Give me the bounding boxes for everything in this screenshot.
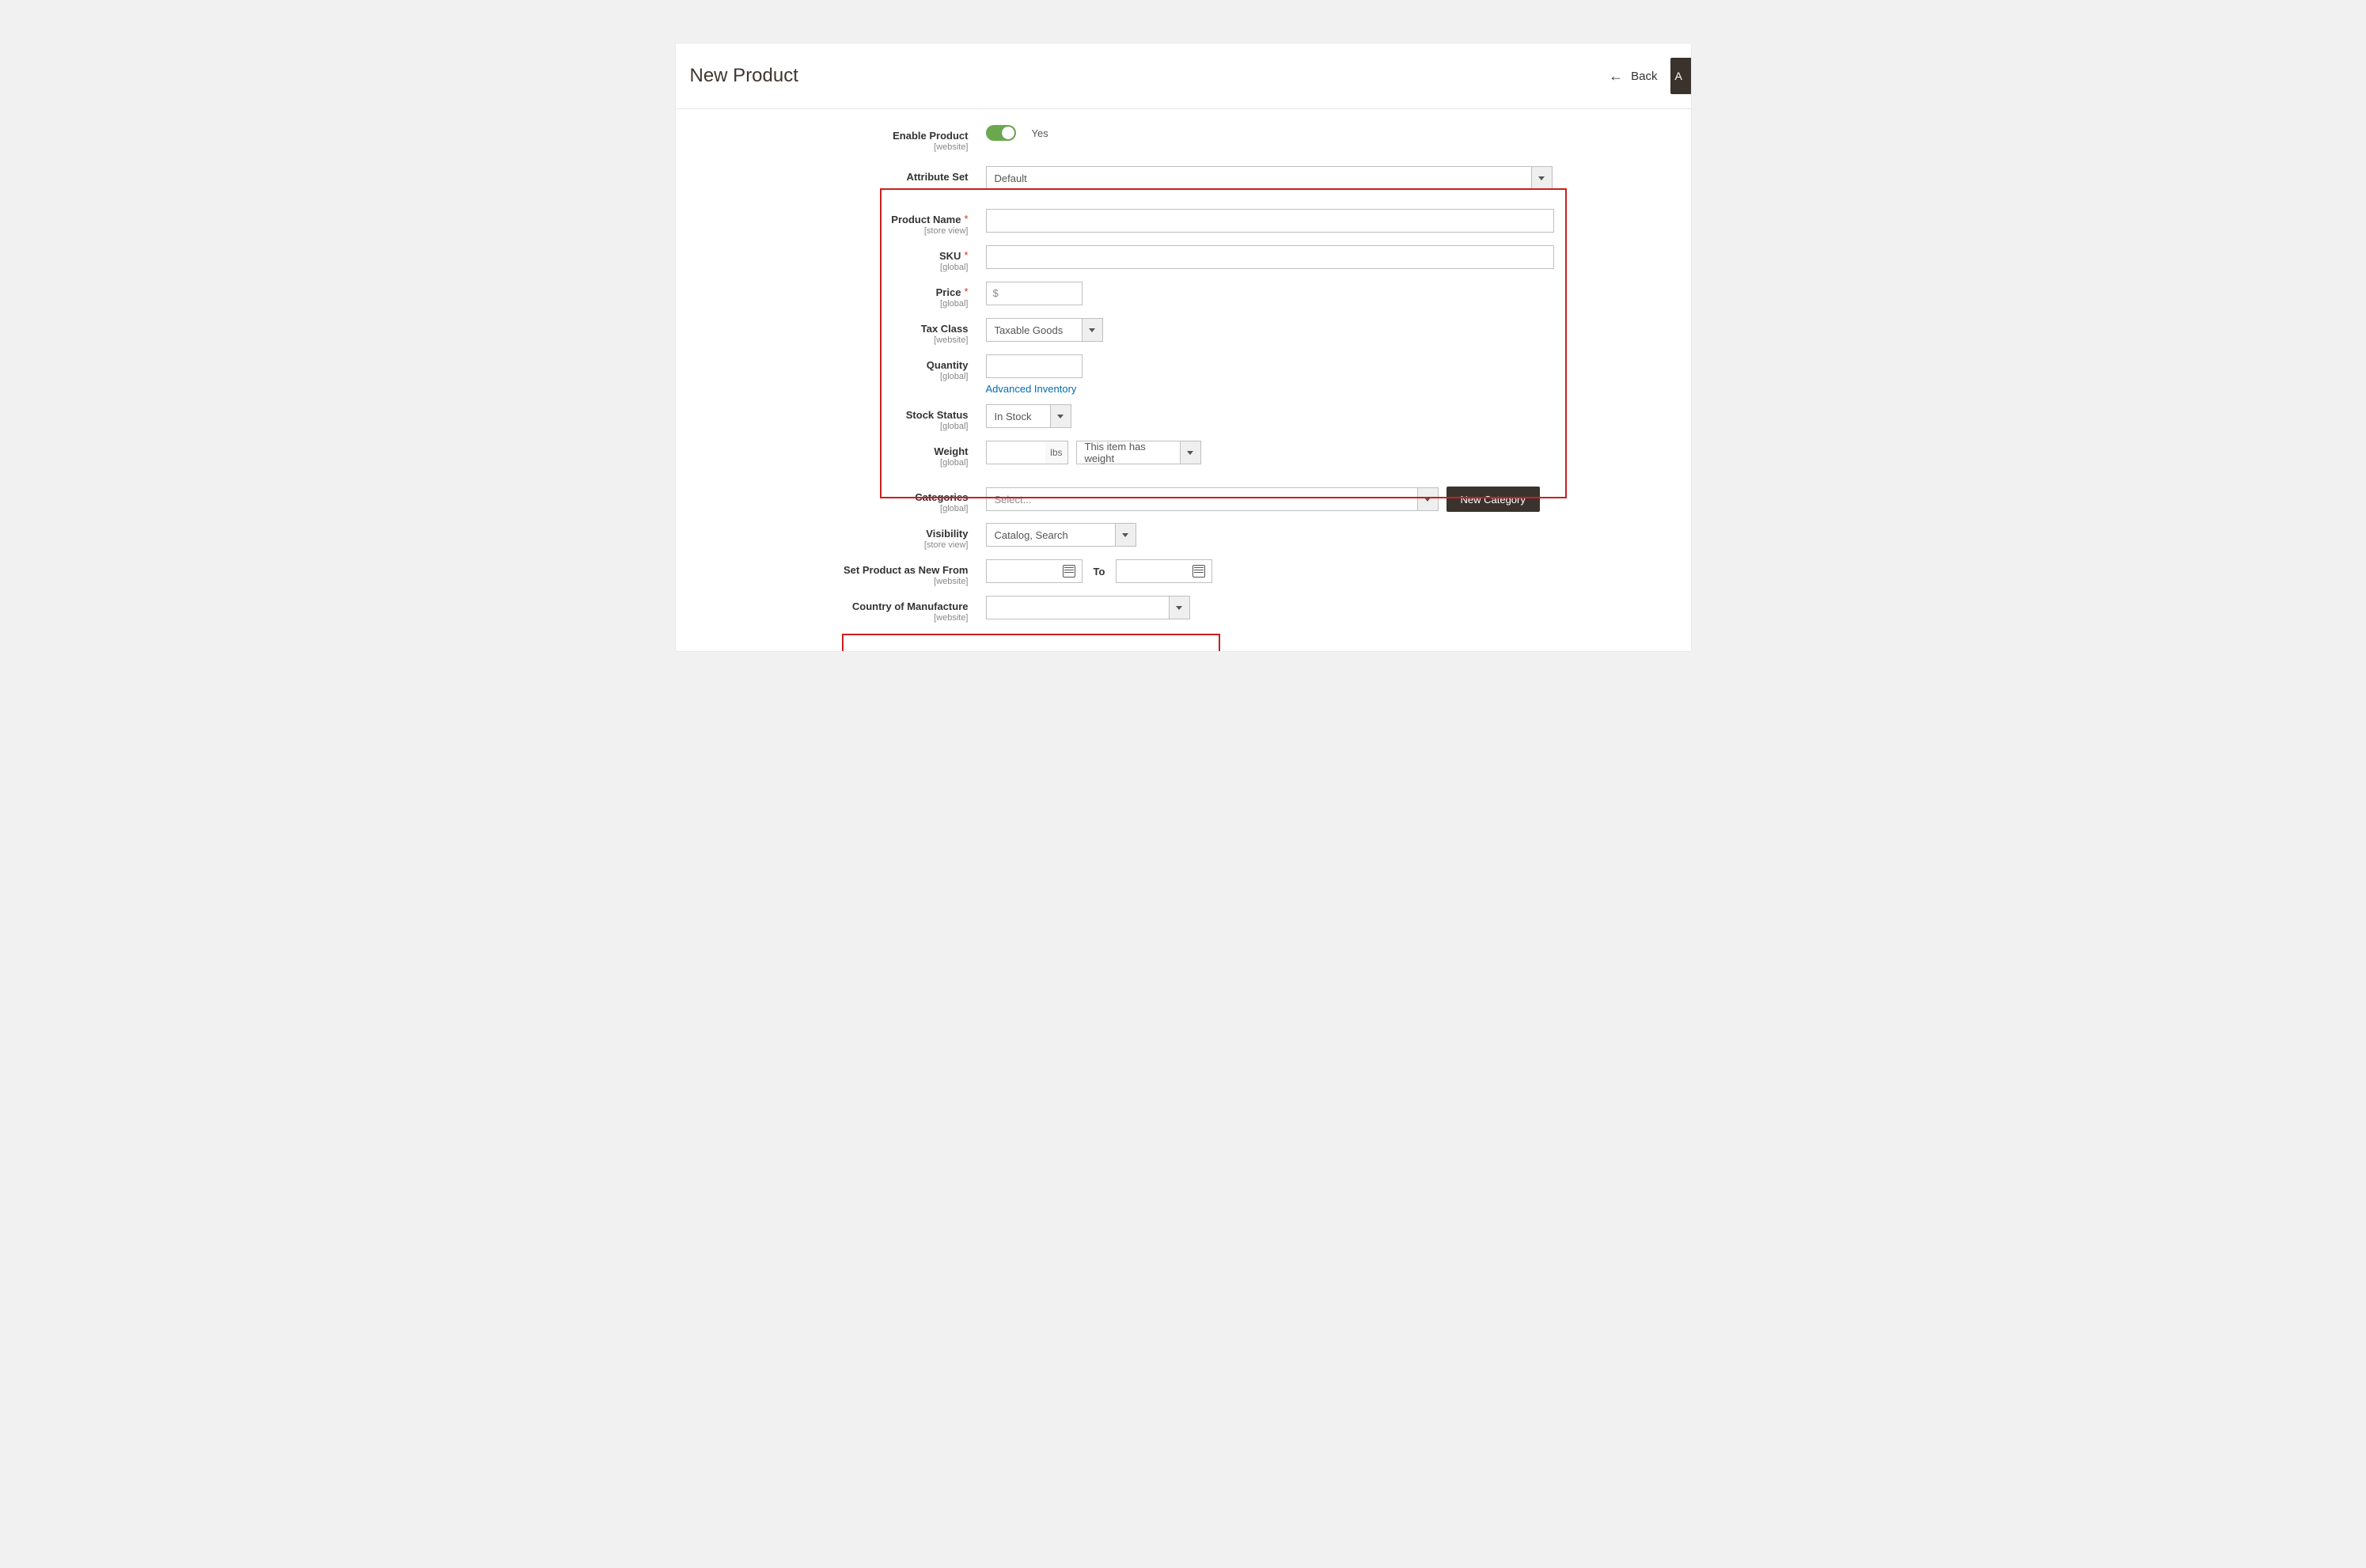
visibility-scope: [store view] [692,540,969,550]
categories-scope: [global] [692,504,969,513]
new-category-button[interactable]: New Category [1447,487,1540,512]
categories-placeholder: Select... [986,487,1418,511]
row-quantity: Quantity [global] Advanced Inventory [692,350,1675,400]
chevron-down-icon [1116,523,1136,547]
row-product-name: Product Name* [store view] [692,204,1675,241]
weight-label: Weight [934,445,968,457]
row-visibility: Visibility [store view] Catalog, Search [692,518,1675,555]
set-new-from-scope: [website] [692,577,969,586]
set-new-from-label: Set Product as New From [844,564,968,576]
to-label: To [1090,566,1109,578]
row-categories: Categories [global] Select... New Catego… [692,482,1675,518]
tax-class-scope: [website] [692,335,969,345]
row-stock-status: Stock Status [global] In Stock [692,400,1675,436]
country-select[interactable] [986,596,1190,619]
chevron-down-icon [1083,318,1103,342]
product-name-scope: [store view] [692,226,969,236]
visibility-value: Catalog, Search [986,523,1116,547]
chevron-down-icon [1170,596,1190,619]
row-country: Country of Manufacture [website] [692,591,1675,627]
new-to-date-input[interactable] [1116,559,1212,583]
enable-product-value: Yes [1032,127,1048,139]
quantity-input[interactable] [986,354,1083,378]
save-button-edge[interactable]: A [1670,58,1691,94]
calendar-icon [1063,565,1075,578]
enable-product-scope: [website] [692,142,969,152]
attribute-set-value: Default [986,166,1532,190]
row-tax-class: Tax Class [website] Taxable Goods [692,313,1675,350]
panel-header: New Product ← Back A [676,44,1691,109]
attribute-set-label: Attribute Set [907,171,969,183]
tax-class-value: Taxable Goods [986,318,1083,342]
form-body: Enable Product [website] Yes Attribute S… [676,109,1691,651]
weight-input[interactable]: lbs [986,441,1068,464]
weight-scope: [global] [692,458,969,468]
tax-class-label: Tax Class [921,323,969,335]
arrow-left-icon: ← [1609,69,1623,83]
product-name-input[interactable] [986,209,1554,233]
country-label: Country of Manufacture [852,600,969,612]
chevron-down-icon [1532,166,1553,190]
price-scope: [global] [692,299,969,309]
row-sku: SKU* [global] [692,241,1675,277]
chevron-down-icon [1418,487,1439,511]
stock-status-label: Stock Status [906,409,969,421]
quantity-label: Quantity [927,359,969,371]
row-attribute-set: Attribute Set Default [692,161,1675,195]
visibility-label: Visibility [926,528,968,540]
advanced-inventory-link[interactable]: Advanced Inventory [986,383,1077,395]
chevron-down-icon [1181,441,1201,464]
back-label: Back [1631,70,1657,83]
sku-input[interactable] [986,245,1554,269]
new-from-date-input[interactable] [986,559,1083,583]
chevron-down-icon [1051,404,1071,428]
weight-unit: lbs [1045,441,1067,464]
stock-status-scope: [global] [692,422,969,431]
enable-product-label: Enable Product [893,130,968,142]
visibility-select[interactable]: Catalog, Search [986,523,1136,547]
tax-class-select[interactable]: Taxable Goods [986,318,1103,342]
calendar-icon [1192,565,1205,578]
row-price: Price* [global] $ [692,277,1675,313]
back-button[interactable]: ← Back [1609,69,1657,83]
enable-product-toggle[interactable] [986,125,1016,141]
sku-scope: [global] [692,263,969,272]
categories-select[interactable]: Select... [986,487,1439,511]
stock-status-value: In Stock [986,404,1051,428]
product-name-label: Product Name [891,214,961,225]
price-label: Price [936,286,961,298]
highlight-box-country [842,634,1220,651]
quantity-scope: [global] [692,372,969,381]
stock-status-select[interactable]: In Stock [986,404,1071,428]
country-scope: [website] [692,613,969,623]
country-value [986,596,1170,619]
attribute-set-select[interactable]: Default [986,166,1553,190]
row-enable-product: Enable Product [website] Yes [692,120,1675,157]
weight-type-select[interactable]: This item has weight [1076,441,1201,464]
weight-type-value: This item has weight [1076,441,1181,464]
price-currency: $ [993,282,999,305]
row-set-new-from: Set Product as New From [website] To [692,555,1675,591]
new-product-panel: New Product ← Back A Enable Product [web… [676,44,1691,651]
row-weight: Weight [global] lbs This item has weight [692,436,1675,472]
categories-label: Categories [915,491,968,503]
header-actions: ← Back A [1609,58,1674,94]
page-title: New Product [690,65,798,87]
sku-label: SKU [939,250,961,262]
price-input[interactable]: $ [986,282,1083,305]
